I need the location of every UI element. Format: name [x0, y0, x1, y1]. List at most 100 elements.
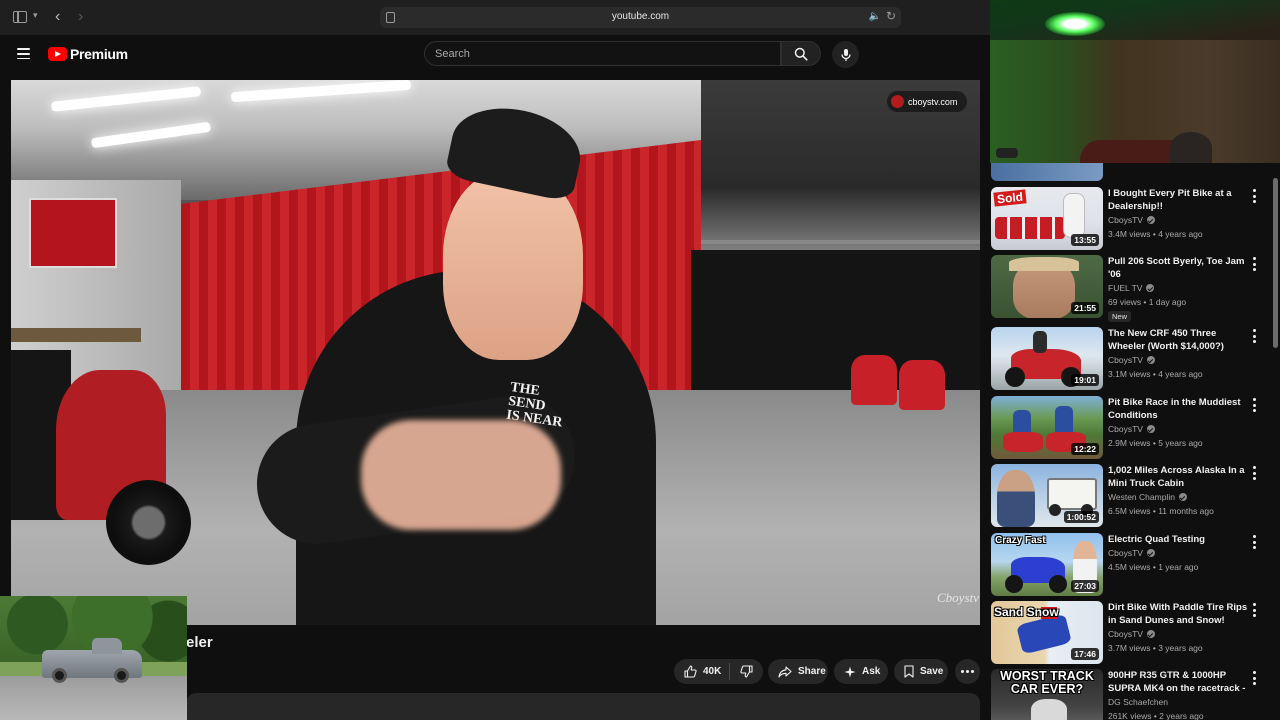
video-meta: 3.7M views • 3 years ago — [1108, 643, 1203, 653]
video-title[interactable]: 900HP R35 GTR & 1000HP SUPRA MK4 on the … — [1108, 669, 1253, 696]
share-button[interactable]: Share — [768, 659, 828, 684]
menu-icon[interactable] — [17, 48, 30, 60]
pip-scene-truck — [42, 638, 142, 683]
sidebar-scrollbar[interactable] — [1273, 178, 1278, 348]
video-thumbnail[interactable]: Sold 13:55 — [991, 187, 1103, 250]
video-scene-hand — [361, 420, 561, 530]
thumbs-up-icon — [684, 665, 697, 678]
picture-in-picture-overlay[interactable] — [0, 596, 187, 720]
video-player[interactable]: THE SEND IS NEAR cboystv.com Cboystv — [11, 80, 980, 625]
video-scene-poster — [29, 198, 117, 268]
address-bar[interactable]: youtube.com 🔈 ↻ — [380, 7, 901, 28]
verified-icon — [1146, 425, 1155, 433]
thumbnail-text: WORST TRACK CAR EVER? — [1000, 669, 1094, 696]
video-meta: 261K views • 2 years ago — [1108, 711, 1204, 720]
recommendation-item[interactable]: WORST TRACK CAR EVER? 900HP R35 GTR & 10… — [990, 669, 1280, 720]
verified-icon — [1146, 630, 1155, 638]
channel-name[interactable]: CboysTV — [1108, 424, 1155, 434]
video-title[interactable]: I Bought Every Pit Bike at a Dealership!… — [1108, 187, 1253, 213]
video-duration: 1:00:52 — [1063, 511, 1099, 523]
video-thumbnail[interactable]: 12:22 — [991, 396, 1103, 459]
video-thumbnail[interactable]: Sand Snow 17:46 — [991, 601, 1103, 664]
video-title[interactable]: Dirt Bike With Paddle Tire Rips in Sand … — [1108, 601, 1253, 627]
recommendation-item[interactable]: 12:22 Pit Bike Race in the Muddiest Cond… — [990, 396, 1280, 459]
more-vertical-icon[interactable] — [1252, 398, 1256, 412]
channel-name[interactable]: DG Schaefchen — [1108, 697, 1168, 707]
video-scene-pitbike — [851, 355, 897, 405]
more-actions-button[interactable] — [955, 659, 980, 684]
channel-name-text: CboysTV — [1108, 215, 1143, 225]
webcam-overlay — [990, 0, 1280, 163]
back-arrow-icon[interactable]: ‹ — [55, 8, 60, 26]
like-dislike-group: 40K — [674, 659, 763, 684]
thumbs-down-icon — [740, 665, 753, 678]
description-box[interactable] — [186, 693, 980, 720]
search-input[interactable] — [425, 42, 780, 65]
video-meta: 4.5M views • 1 year ago — [1108, 562, 1199, 572]
channel-name[interactable]: CboysTV — [1108, 629, 1155, 639]
channel-name[interactable]: CboysTV — [1108, 355, 1155, 365]
share-button-inner: Share — [768, 659, 836, 684]
partial-thumbnail[interactable] — [991, 163, 1103, 181]
speaker-icon[interactable]: 🔈 — [869, 11, 881, 22]
sidebar-toggle-icon[interactable] — [13, 11, 27, 23]
video-title[interactable]: Pit Bike Race in the Muddiest Conditions — [1108, 396, 1253, 422]
save-label: Save — [920, 666, 944, 677]
search-box — [424, 41, 781, 66]
more-vertical-icon[interactable] — [1252, 189, 1256, 203]
recommendation-item[interactable]: Crazy Fast 27:03 Electric Quad Testing C… — [990, 533, 1280, 596]
channel-link-badge[interactable]: cboystv.com — [887, 91, 968, 112]
recommendation-item[interactable]: Sold 13:55 I Bought Every Pit Bike at a … — [990, 187, 1280, 250]
recommendation-item[interactable]: 1:00:52 1,002 Miles Across Alaska In a M… — [990, 464, 1280, 527]
video-duration: 13:55 — [1071, 234, 1099, 246]
channel-name[interactable]: CboysTV — [1108, 215, 1155, 225]
webcam-scene-green-light — [1045, 12, 1105, 36]
video-thumbnail[interactable]: 21:55 — [991, 255, 1103, 318]
verified-icon — [1146, 356, 1155, 364]
verified-icon — [1146, 216, 1155, 224]
video-title[interactable]: Electric Quad Testing — [1108, 533, 1253, 546]
share-label: Share — [798, 666, 826, 677]
save-button-inner: Save — [894, 659, 953, 684]
like-button[interactable]: 40K — [674, 659, 729, 684]
more-vertical-icon[interactable] — [1252, 671, 1256, 685]
bookmark-icon — [904, 665, 914, 678]
search-button[interactable] — [781, 41, 821, 66]
video-title[interactable]: 1,002 Miles Across Alaska In a Mini Truc… — [1108, 464, 1253, 490]
reload-icon[interactable]: ↻ — [886, 9, 896, 23]
pip-scene-truck-cab — [92, 638, 122, 654]
video-scene-railing — [701, 240, 980, 244]
more-vertical-icon[interactable] — [1252, 603, 1256, 617]
more-vertical-icon[interactable] — [1252, 535, 1256, 549]
video-thumbnail[interactable]: 1:00:52 — [991, 464, 1103, 527]
more-vertical-icon[interactable] — [1252, 257, 1256, 271]
ask-button[interactable]: Ask — [834, 659, 888, 684]
more-vertical-icon[interactable] — [1252, 466, 1256, 480]
video-thumbnail[interactable]: WORST TRACK CAR EVER? — [991, 669, 1103, 720]
channel-name[interactable]: Westen Champlin — [1108, 492, 1187, 502]
recommendation-item[interactable]: Sand Snow 17:46 Dirt Bike With Paddle Ti… — [990, 601, 1280, 664]
video-title[interactable]: Pull 206 Scott Byerly, Toe Jam '06 — [1108, 255, 1253, 281]
pip-scene-wheel — [114, 668, 129, 683]
channel-name[interactable]: FUEL TV — [1108, 283, 1155, 293]
video-title[interactable]: The New CRF 450 Three Wheeler (Worth $14… — [1108, 327, 1253, 353]
save-button[interactable]: Save — [894, 659, 948, 684]
thumbnail-text: Crazy Fast — [995, 535, 1046, 546]
recommendation-item[interactable]: 19:01 The New CRF 450 Three Wheeler (Wor… — [990, 327, 1280, 390]
video-thumbnail[interactable]: Crazy Fast 27:03 — [991, 533, 1103, 596]
microphone-icon — [840, 48, 851, 61]
more-vertical-icon[interactable] — [1252, 329, 1256, 343]
video-duration: 19:01 — [1071, 374, 1099, 386]
chevron-down-icon[interactable]: ▾ — [33, 10, 38, 21]
dislike-button[interactable] — [730, 659, 763, 684]
share-icon — [778, 665, 792, 678]
recommendation-item[interactable]: 21:55 Pull 206 Scott Byerly, Toe Jam '06… — [990, 255, 1280, 322]
video-thumbnail[interactable]: 19:01 — [991, 327, 1103, 390]
url-text[interactable]: youtube.com — [380, 11, 901, 22]
voice-search-button[interactable] — [832, 41, 859, 68]
browser-toolbar: ▾ ‹ › youtube.com 🔈 ↻ — [0, 0, 990, 35]
channel-name[interactable]: CboysTV — [1108, 548, 1155, 558]
channel-name-text: CboysTV — [1108, 548, 1143, 558]
youtube-logo[interactable]: Premium — [48, 46, 128, 62]
video-duration: 12:22 — [1071, 443, 1099, 455]
